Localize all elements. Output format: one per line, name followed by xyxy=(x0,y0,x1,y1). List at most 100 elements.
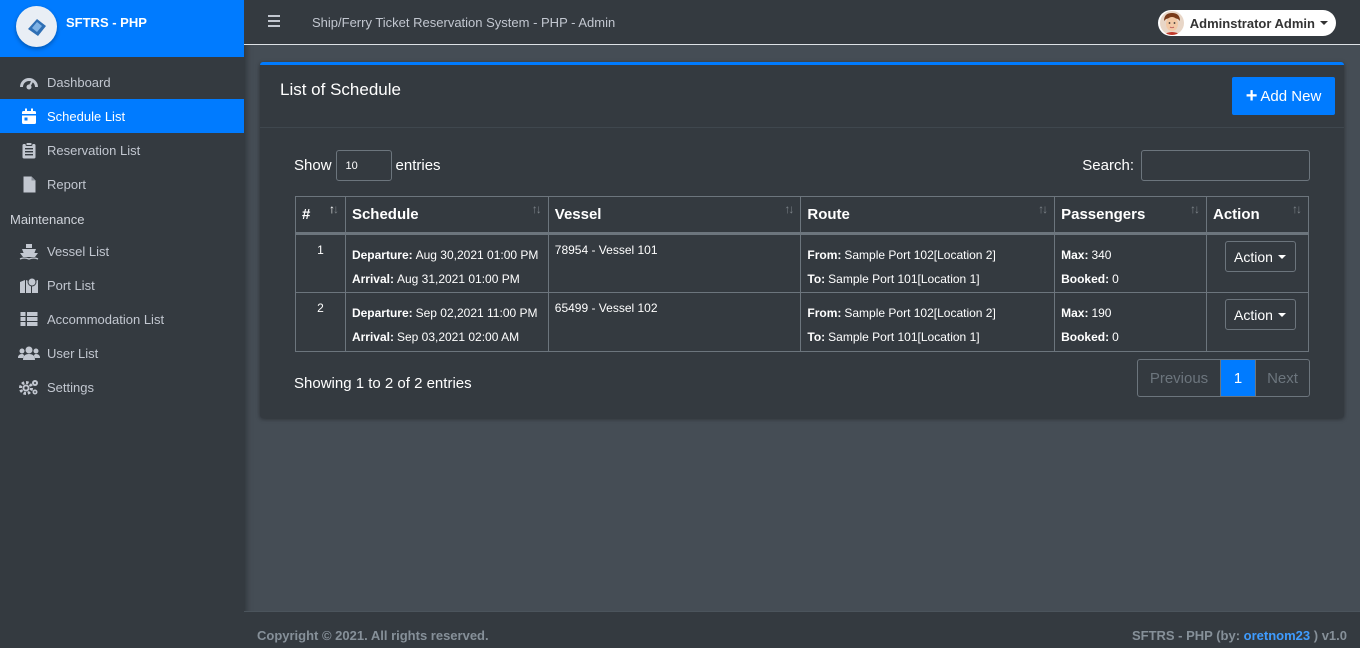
sidebar-item-label: Port List xyxy=(47,277,95,293)
copyright-text: Copyright © 2021. All rights reserved. xyxy=(257,628,489,643)
vessel-cell: 78954 - Vessel 101 xyxy=(547,233,802,293)
page-title: List of Schedule xyxy=(280,80,401,99)
table-header-row: # ↑↓ Schedule ↑↓ Vessel ↑↓ Route ↑↓ Passenge… xyxy=(295,196,1310,235)
max-label: Max: xyxy=(1061,306,1089,320)
route-cell: From: Sample Port 102[Location 2] To: Samp… xyxy=(800,292,1056,352)
pagination: Previous 1 Next xyxy=(1137,359,1310,397)
from-label: From: xyxy=(807,306,842,320)
max-value: 340 xyxy=(1091,248,1112,262)
top-navbar: Ship/Ferry Ticket Reservation System - P… xyxy=(244,0,1360,45)
add-new-button[interactable]: + Add New xyxy=(1232,77,1335,115)
sidebar-item-label: Reservation List xyxy=(47,142,141,158)
calendar-icon xyxy=(18,107,40,125)
table-row: 1 Departure: Aug 30,2021 01:00 PM Arrival… xyxy=(295,233,1310,293)
sidebar-item-label: Settings xyxy=(47,379,94,395)
file-icon xyxy=(18,175,40,193)
credit-text: SFTRS - PHP (by: oretnom23 ) v1.0 xyxy=(1131,628,1347,643)
sidebar-item-report[interactable]: Report xyxy=(0,167,244,201)
sidebar-nav: Dashboard Schedule List Reservation List… xyxy=(0,65,244,404)
column-header-route[interactable]: Route ↑↓ xyxy=(800,196,1056,235)
table-info: Showing 1 to 2 of 2 entries xyxy=(294,375,472,392)
users-icon xyxy=(18,344,40,362)
avatar xyxy=(1159,11,1184,35)
page-length-select[interactable]: 10 xyxy=(335,150,392,181)
from-value: Sample Port 102[Location 2] xyxy=(844,306,996,320)
map-marker-icon xyxy=(18,276,40,294)
caret-down-icon xyxy=(1320,21,1328,25)
schedule-card: List of Schedule + Add New Show 10 entri… xyxy=(260,62,1344,418)
search-input[interactable] xyxy=(1141,150,1310,181)
sidebar-item-port-list[interactable]: Port List xyxy=(0,268,244,302)
hamburger-menu-icon[interactable] xyxy=(268,15,280,27)
footer: Copyright © 2021. All rights reserved. S… xyxy=(244,611,1360,648)
table-row: 2 Departure: Sep 02,2021 11:00 PM Arrival… xyxy=(295,292,1310,352)
column-header-vessel[interactable]: Vessel ↑↓ xyxy=(547,196,802,235)
sidebar-item-user-list[interactable]: User List xyxy=(0,336,244,370)
arrival-value: Aug 31,2021 01:00 PM xyxy=(396,272,520,286)
passengers-cell: Max: 340 Booked: 0 xyxy=(1054,233,1207,293)
caret-down-icon xyxy=(1277,254,1286,259)
gears-icon xyxy=(18,378,40,396)
brand-name: SFTRS - PHP xyxy=(66,15,147,30)
sort-icon: ↑↓ xyxy=(531,202,542,216)
sort-icon: ↑↓ xyxy=(328,202,339,216)
author-link[interactable]: oretnom23 xyxy=(1244,628,1310,643)
entries-label: entries xyxy=(395,157,441,174)
action-cell: Action xyxy=(1205,292,1310,352)
to-label: To: xyxy=(807,272,826,286)
passengers-cell: Max: 190 Booked: 0 xyxy=(1054,292,1207,352)
route-cell: From: Sample Port 102[Location 2] To: Samp… xyxy=(800,233,1056,293)
schedule-cell: Departure: Aug 30,2021 01:00 PM Arrival: A… xyxy=(344,233,549,293)
ship-icon xyxy=(18,242,40,260)
previous-page-button[interactable]: Previous xyxy=(1138,360,1221,396)
to-value: Sample Port 101[Location 1] xyxy=(828,330,980,344)
sidebar-item-dashboard[interactable]: Dashboard xyxy=(0,65,244,99)
to-label: To: xyxy=(807,330,826,344)
sidebar-item-label: Schedule List xyxy=(47,108,126,124)
plus-icon: + xyxy=(1245,85,1258,107)
row-number: 2 xyxy=(295,292,346,352)
from-label: From: xyxy=(807,248,842,262)
sidebar-item-accommodation-list[interactable]: Accommodation List xyxy=(0,302,244,336)
caret-down-icon xyxy=(1277,312,1286,317)
column-header-number[interactable]: # ↑↓ xyxy=(295,196,346,235)
sort-icon: ↑↓ xyxy=(1292,202,1302,216)
booked-label: Booked: xyxy=(1061,272,1110,286)
max-label: Max: xyxy=(1061,248,1089,262)
search-label: Search: xyxy=(1082,157,1134,174)
system-title: Ship/Ferry Ticket Reservation System - P… xyxy=(312,15,616,30)
arrival-value: Sep 03,2021 02:00 AM xyxy=(396,330,520,344)
list-table-icon xyxy=(18,310,40,328)
sort-icon: ↑↓ xyxy=(1038,202,1048,216)
search-control: Search: xyxy=(1082,150,1310,181)
booked-value: 0 xyxy=(1112,272,1119,286)
vessel-cell: 65499 - Vessel 102 xyxy=(547,292,802,352)
to-value: Sample Port 101[Location 1] xyxy=(828,272,980,286)
add-new-label: Add New xyxy=(1260,87,1322,105)
ship-logo-icon xyxy=(16,6,57,47)
user-menu-dropdown[interactable]: Adminstrator Admin xyxy=(1157,10,1336,36)
action-dropdown-button[interactable]: Action xyxy=(1224,241,1296,272)
action-cell: Action xyxy=(1205,233,1310,293)
page-1-button[interactable]: 1 xyxy=(1221,360,1255,396)
from-value: Sample Port 102[Location 2] xyxy=(844,248,996,262)
next-page-button[interactable]: Next xyxy=(1255,360,1309,396)
arrival-label: Arrival: xyxy=(351,272,394,286)
column-header-action[interactable]: Action ↑↓ xyxy=(1205,196,1310,235)
brand[interactable]: SFTRS - PHP xyxy=(0,0,244,57)
clipboard-list-icon xyxy=(18,141,40,159)
sidebar-item-vessel-list[interactable]: Vessel List xyxy=(0,234,244,268)
column-header-passengers[interactable]: Passengers ↑↓ xyxy=(1054,196,1207,235)
sidebar-item-schedule-list[interactable]: Schedule List xyxy=(0,99,244,133)
departure-value: Sep 02,2021 11:00 PM xyxy=(415,306,538,320)
column-header-schedule[interactable]: Schedule ↑↓ xyxy=(344,196,549,235)
action-dropdown-button[interactable]: Action xyxy=(1224,299,1296,330)
sidebar-item-settings[interactable]: Settings xyxy=(0,370,244,404)
user-name: Adminstrator Admin xyxy=(1189,15,1315,31)
schedule-table: # ↑↓ Schedule ↑↓ Vessel ↑↓ Route ↑↓ Passenge… xyxy=(295,196,1310,352)
sidebar: SFTRS - PHP Dashboard Schedule List Rese… xyxy=(0,0,244,648)
arrival-label: Arrival: xyxy=(351,330,394,344)
page-length-control: Show 10 entries xyxy=(294,150,441,181)
max-value: 190 xyxy=(1091,306,1112,320)
sidebar-item-reservation-list[interactable]: Reservation List xyxy=(0,133,244,167)
